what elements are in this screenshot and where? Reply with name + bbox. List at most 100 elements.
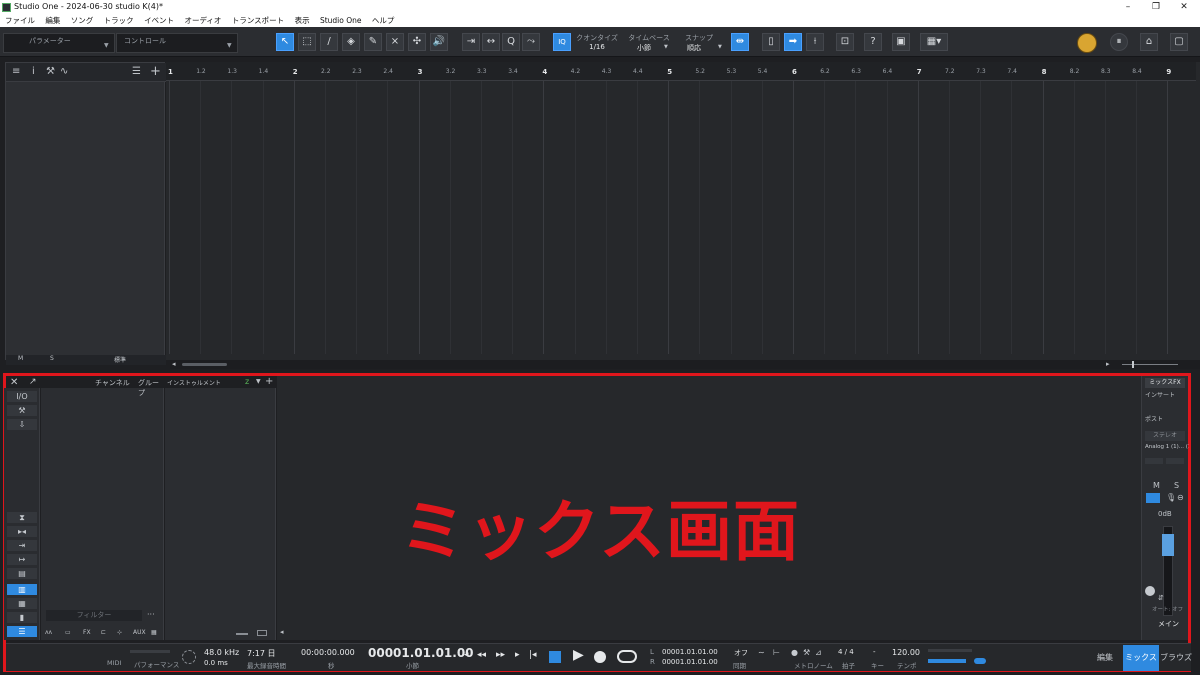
layout-menu-button[interactable]: ▦▾ (920, 33, 948, 51)
pan-knob[interactable] (1145, 586, 1155, 596)
automation-mode[interactable]: オート: オフ (1152, 605, 1183, 613)
minimize-icon[interactable] (236, 633, 248, 635)
instrument-view-icon[interactable]: ▥ (7, 584, 37, 595)
pan-left-control[interactable] (1145, 458, 1163, 464)
bend-tool-button[interactable]: ✣ (408, 33, 426, 51)
split-tool-button[interactable]: / (320, 33, 338, 51)
metronome-lock-icon[interactable]: ⊿ (815, 648, 822, 657)
control-box[interactable]: コントロール ▼ (116, 33, 238, 53)
menu-song[interactable]: ソング (71, 16, 94, 25)
output-select[interactable]: Analog 1 (1)... (1) (1145, 444, 1189, 454)
scrollbar-thumb[interactable] (182, 363, 227, 366)
zoom-slider-handle[interactable] (1132, 361, 1134, 368)
key-value[interactable]: - (873, 648, 876, 656)
input-icon[interactable]: ⇩ (7, 419, 37, 430)
loop-end[interactable]: 00001.01.01.00 (662, 658, 718, 666)
menu-audio[interactable]: オーディオ (184, 16, 221, 25)
split-view-button[interactable]: ⟊ (806, 33, 824, 51)
arrow-tool-button[interactable]: ↖ (276, 33, 294, 51)
menu-help[interactable]: ヘルプ (372, 16, 395, 25)
audio-filter-icon[interactable]: ᴧᴧ (45, 629, 52, 636)
skip-back-icon[interactable]: |◂ (529, 650, 537, 660)
click-wave-icon[interactable]: ∼ (758, 648, 765, 657)
list-view-icon[interactable]: ☰ (7, 626, 37, 637)
timebase-value[interactable]: 小節 (626, 43, 662, 53)
filter-input[interactable]: フィルター (46, 610, 142, 621)
input-monitor-icon[interactable]: ⇵ (1158, 594, 1164, 602)
timeline-ruler[interactable]: 1 1.2 1.3 1.4 2 2.2 2.3 2.4 3 3.2 3.3 3.4 4 4.2 4.3 4.4… (166, 62, 1196, 81)
expand-icon[interactable]: ↗ (29, 377, 37, 387)
scroll-left-icon[interactable]: ◂ (280, 628, 284, 636)
quantize-value[interactable]: 1/16 (574, 43, 620, 51)
post-label[interactable]: ポスト (1145, 414, 1163, 423)
close-icon[interactable]: ✕ (10, 377, 18, 388)
info-icon[interactable]: i (32, 66, 35, 77)
range-tool-button[interactable]: ⬚ (298, 33, 316, 51)
sort-icon[interactable]: z (245, 377, 249, 386)
eraser-tool-button[interactable]: ◈ (342, 33, 360, 51)
restore-icon[interactable] (257, 630, 267, 636)
sync-value[interactable]: オフ (734, 648, 748, 658)
menu-transport[interactable]: トランスポート (232, 16, 284, 25)
output-toggle[interactable] (974, 658, 986, 664)
record-panel-button[interactable]: ⊡ (836, 33, 854, 51)
time-unit[interactable]: 秒 (328, 660, 335, 670)
track-options-icon[interactable]: ☰ (132, 66, 141, 77)
loop-button[interactable] (617, 650, 637, 663)
wrench-icon[interactable]: ⚒ (46, 66, 55, 77)
zoom-slider[interactable] (1122, 364, 1178, 365)
grid-filter-icon[interactable]: ▦ (151, 629, 157, 636)
help-button[interactable]: ? (864, 33, 882, 51)
pan-right-control[interactable] (1166, 458, 1184, 464)
arrange-view[interactable]: 1 1.2 1.3 1.4 2 2.2 2.3 2.4 3 3.2 3.3 3.4 4 4.2 4.3 4.4… (166, 62, 1200, 360)
nudge-left-button[interactable]: ⇥ (462, 33, 480, 51)
io-button[interactable]: I/O (7, 391, 37, 402)
time-signature[interactable]: 4 / 4 (838, 648, 854, 656)
precount-icon[interactable]: ⊢ (773, 648, 780, 657)
keyboard-filter-icon[interactable]: ▭ (65, 629, 71, 636)
metronome-dot-icon[interactable]: ● (791, 648, 798, 657)
mute-all-button[interactable]: M (18, 355, 23, 362)
listen-tool-button[interactable]: 🔊 (430, 33, 448, 51)
bar-display[interactable]: 00001.01.01.00 (368, 646, 474, 660)
start-page-button[interactable]: ⏸ (1110, 33, 1128, 51)
loop-start[interactable]: 00001.01.01.00 (662, 648, 718, 656)
autoscroll-button[interactable]: ▯ (762, 33, 780, 51)
iq-button[interactable]: IQ (553, 33, 571, 51)
meter-icon[interactable]: ▮ (7, 612, 37, 623)
paint-tool-button[interactable]: ✎ (364, 33, 382, 51)
stop-button[interactable] (549, 651, 561, 663)
video-button[interactable]: ▣ (892, 33, 910, 51)
rewind-icon[interactable]: ◂◂ (477, 650, 486, 660)
more-icon[interactable]: ··· (147, 610, 155, 619)
follow-button[interactable]: ➡ (784, 33, 802, 51)
wrench-icon[interactable]: ⚒ (7, 405, 37, 416)
tab-browse[interactable]: ブラウズ (1160, 645, 1192, 671)
track-height-select[interactable]: 標準 (114, 355, 126, 364)
bar-unit[interactable]: 小節 (406, 660, 419, 670)
record-button[interactable] (594, 651, 606, 663)
menu-edit[interactable]: 編集 (45, 16, 60, 25)
home-icon[interactable]: ⌂ (1140, 33, 1158, 51)
stretch-button[interactable]: ↔ (482, 33, 500, 51)
scroll-right-icon[interactable]: ▸ (1106, 360, 1110, 368)
menu-file[interactable]: ファイル (5, 16, 35, 25)
horizontal-scrollbar[interactable]: ◂ ▸ (170, 360, 1200, 369)
menu-view[interactable]: 表示 (295, 16, 310, 25)
time-display[interactable]: 00:00:00.000 (301, 648, 355, 657)
close-button[interactable]: ✕ (1170, 0, 1198, 14)
aux-filter-button[interactable]: AUX (133, 629, 146, 636)
add-track-icon[interactable]: + (150, 64, 161, 79)
zoom-tool-button[interactable]: Q (502, 33, 520, 51)
minimize-button[interactable]: – (1114, 0, 1142, 14)
menu-track[interactable]: トラック (104, 16, 134, 25)
metronome-wrench-icon[interactable]: ⚒ (803, 648, 810, 657)
end-icon[interactable]: ▸ (515, 650, 520, 660)
list-icon[interactable]: ≡ (12, 66, 20, 77)
fast-forward-icon[interactable]: ▸▸ (496, 650, 505, 660)
menu-studio-one[interactable]: Studio One (320, 16, 362, 25)
maximize-button[interactable]: ❐ (1142, 0, 1170, 14)
return-to-start-icon[interactable]: ◂ (464, 650, 469, 660)
parameter-box[interactable]: パラメーター ▼ (3, 33, 115, 53)
avatar[interactable] (1077, 33, 1097, 53)
